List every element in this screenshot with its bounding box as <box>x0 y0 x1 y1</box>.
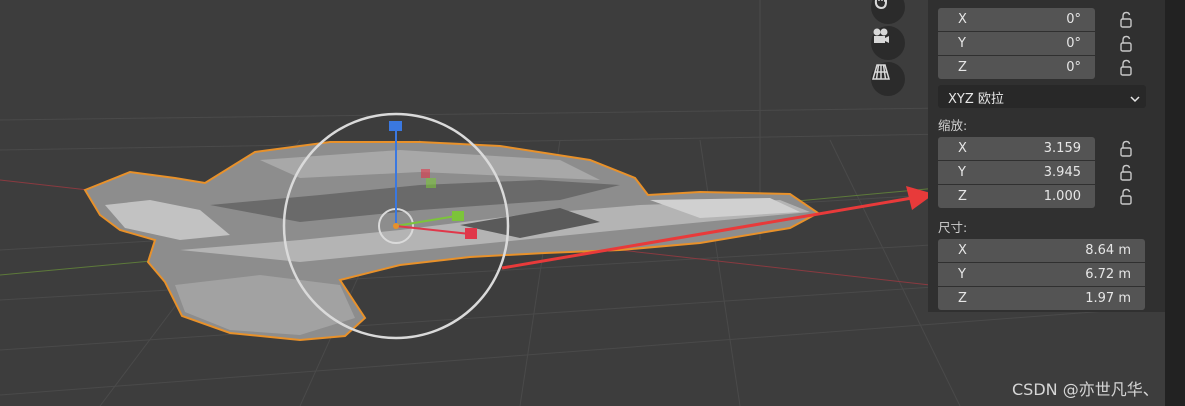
rotation-x-field[interactable]: X 0° <box>938 8 1095 31</box>
lock-icon[interactable] <box>1117 58 1137 78</box>
axis-label: X <box>958 243 967 258</box>
camera-icon[interactable] <box>871 26 905 60</box>
rotation-mode-label: XYZ 欧拉 <box>948 92 1004 107</box>
chevron-down-icon <box>1130 92 1140 107</box>
axis-label: Z <box>958 60 967 75</box>
rotation-y-field[interactable]: Y 0° <box>938 32 1095 55</box>
scale-x-field[interactable]: X 3.159 <box>938 137 1095 160</box>
axis-label: Y <box>958 267 966 282</box>
dimensions-y-field[interactable]: Y 6.72 m <box>938 263 1145 286</box>
panel-scrollbar[interactable] <box>1165 0 1185 406</box>
field-value: 1.97 m <box>1085 291 1131 306</box>
axis-label: Z <box>958 189 967 204</box>
field-value: 0° <box>1066 36 1081 51</box>
lock-icon[interactable] <box>1117 187 1137 207</box>
scale-label: 缩放: <box>938 118 968 133</box>
dimensions-label: 尺寸: <box>938 220 968 235</box>
lock-icon[interactable] <box>1117 34 1137 54</box>
axis-label: X <box>958 141 967 156</box>
rotation-z-field[interactable]: Z 0° <box>938 56 1095 79</box>
axis-label: Y <box>958 36 966 51</box>
properties-panel: X 0° Y 0° Z 0° XYZ 欧拉 缩放: X 3.159 Y 3.94… <box>928 0 1165 312</box>
scale-z-field[interactable]: Z 1.000 <box>938 185 1095 208</box>
axis-label: Y <box>958 165 966 180</box>
field-value: 3.159 <box>1043 141 1081 156</box>
field-value: 8.64 m <box>1085 243 1131 258</box>
lock-icon[interactable] <box>1117 10 1137 30</box>
axis-label: X <box>958 12 967 27</box>
field-value: 1.000 <box>1043 189 1081 204</box>
lock-icon[interactable] <box>1117 139 1137 159</box>
field-value: 0° <box>1066 60 1081 75</box>
field-value: 3.945 <box>1043 165 1081 180</box>
axis-label: Z <box>958 291 967 306</box>
scale-y-field[interactable]: Y 3.945 <box>938 161 1095 184</box>
watermark: CSDN @亦世凡华、 <box>1012 380 1159 399</box>
field-value: 0° <box>1066 12 1081 27</box>
rotation-mode-dropdown[interactable]: XYZ 欧拉 <box>938 85 1146 108</box>
dimensions-z-field[interactable]: Z 1.97 m <box>938 287 1145 310</box>
field-value: 6.72 m <box>1085 267 1131 282</box>
dimensions-x-field[interactable]: X 8.64 m <box>938 239 1145 262</box>
spaceship-mesh[interactable] <box>83 141 820 342</box>
grid-perspective-icon[interactable] <box>871 62 905 96</box>
lock-icon[interactable] <box>1117 163 1137 183</box>
